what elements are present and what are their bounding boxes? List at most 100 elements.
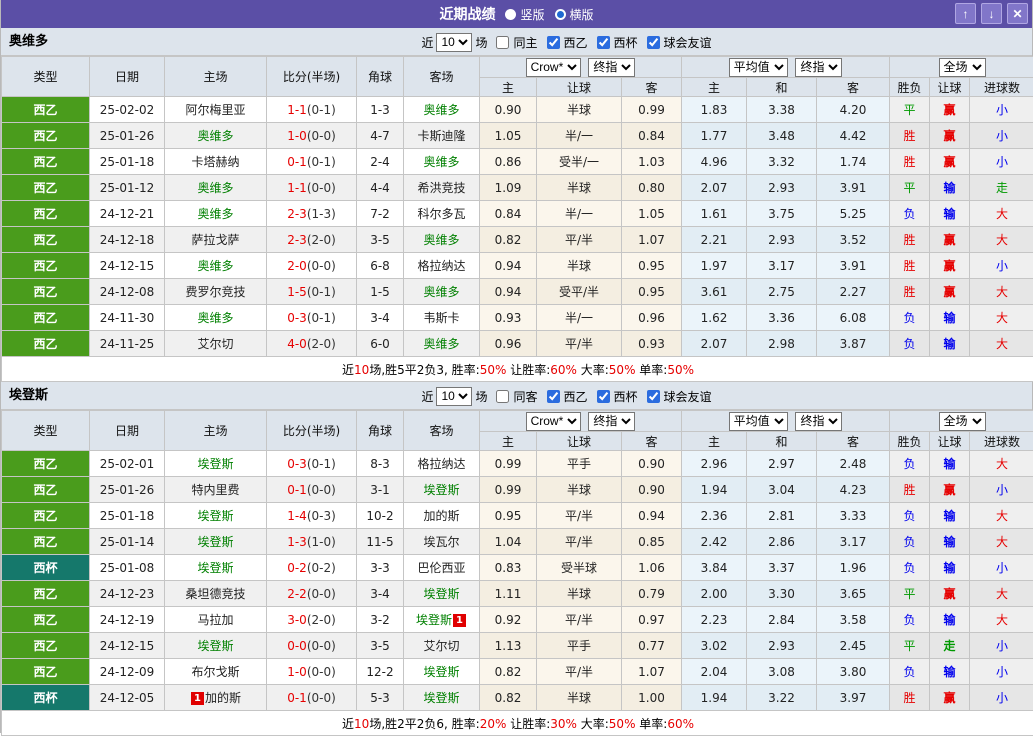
sub-header-euro-draw: 和	[747, 432, 817, 451]
asian-final-select[interactable]: 终指	[588, 412, 635, 431]
sub-header-goals: 进球数	[970, 432, 1033, 451]
result-handicap-cell: 输	[930, 175, 970, 201]
match-date-cell: 24-12-18	[90, 227, 165, 253]
asian-odds-group-header: Crow* 终指	[480, 57, 682, 78]
layout-option-vertical[interactable]: 竖版	[505, 6, 544, 23]
euro-away-odds-cell: 3.87	[817, 331, 890, 357]
corner-cell: 2-4	[357, 149, 404, 175]
asian-away-odds-cell: 0.77	[622, 633, 682, 659]
league-type-cell: 西乙	[2, 451, 90, 477]
layout-option-horizontal[interactable]: 横版	[555, 6, 594, 23]
euro-draw-odds-cell: 2.84	[747, 607, 817, 633]
league-type-cell: 西乙	[2, 503, 90, 529]
red-card-badge: 1	[453, 614, 466, 627]
match-row: 西乙24-11-25艾尔切4-0(2-0)6-0奥维多0.96平/半0.932.…	[2, 331, 1033, 357]
euro-draw-odds-cell: 3.08	[747, 659, 817, 685]
asian-bookmaker-select[interactable]: Crow*	[526, 412, 581, 431]
match-date-cell: 24-12-19	[90, 607, 165, 633]
match-date-cell: 25-01-18	[90, 149, 165, 175]
same-home-checkbox[interactable]	[496, 36, 509, 49]
same-away-checkbox[interactable]	[496, 390, 509, 403]
euro-final-select[interactable]: 终指	[795, 58, 842, 77]
result-handicap-cell: 输	[930, 451, 970, 477]
euro-source-select[interactable]: 平均值	[729, 58, 788, 77]
result-goals-cell: 小	[970, 97, 1033, 123]
match-date-cell: 24-12-09	[90, 659, 165, 685]
asian-handicap-cell: 半/一	[537, 305, 622, 331]
fulltime-scope-select[interactable]: 全场	[939, 58, 986, 77]
asian-away-odds-cell: 0.97	[622, 607, 682, 633]
games-label: 场	[475, 388, 487, 405]
corner-cell: 3-1	[357, 477, 404, 503]
result-goals-cell: 大	[970, 451, 1033, 477]
euro-source-select[interactable]: 平均值	[729, 412, 788, 431]
away-team-cell: 加的斯	[404, 503, 480, 529]
asian-handicap-cell: 半球	[537, 97, 622, 123]
fulltime-scope-select[interactable]: 全场	[939, 412, 986, 431]
asian-home-odds-cell: 0.99	[480, 477, 537, 503]
home-team-cell: 桑坦德竞技	[165, 581, 267, 607]
move-down-button[interactable]: ↓	[981, 3, 1002, 24]
euro-final-select[interactable]: 终指	[795, 412, 842, 431]
euro-draw-odds-cell: 2.93	[747, 175, 817, 201]
match-row: 西乙25-01-18埃登斯1-4(0-3)10-2加的斯0.95平/半0.942…	[2, 503, 1033, 529]
league-type-cell: 西乙	[2, 581, 90, 607]
score-cell: 1-4(0-3)	[267, 503, 357, 529]
corner-cell: 6-0	[357, 331, 404, 357]
summary-row: 近10场,胜2平2负6, 胜率:20% 让胜率:30% 大率:50% 单率:60…	[2, 711, 1033, 736]
euro-home-odds-cell: 1.97	[682, 253, 747, 279]
corner-cell: 3-4	[357, 305, 404, 331]
asian-home-odds-cell: 0.84	[480, 201, 537, 227]
league-checkbox-cup[interactable]	[597, 390, 610, 403]
euro-home-odds-cell: 2.23	[682, 607, 747, 633]
match-count-select[interactable]: 10	[436, 33, 472, 52]
euro-away-odds-cell: 3.91	[817, 175, 890, 201]
corner-cell: 4-4	[357, 175, 404, 201]
result-handicap-cell: 赢	[930, 123, 970, 149]
match-date-cell: 24-12-08	[90, 279, 165, 305]
league-checkbox-friendly[interactable]	[647, 390, 660, 403]
summary-text: 近10场,胜5平2负3, 胜率:50% 让胜率:60% 大率:50% 单率:50…	[342, 363, 694, 377]
result-wdl-cell: 平	[890, 97, 930, 123]
result-goals-cell: 小	[970, 685, 1033, 711]
result-wdl-cell: 负	[890, 607, 930, 633]
euro-home-odds-cell: 3.02	[682, 633, 747, 659]
asian-handicap-cell: 平/半	[537, 529, 622, 555]
asian-handicap-cell: 半球	[537, 253, 622, 279]
result-handicap-cell: 赢	[930, 149, 970, 175]
move-up-button[interactable]: ↑	[955, 3, 976, 24]
match-row: 西杯24-12-051加的斯0-1(0-0)5-3埃登斯0.82半球1.001.…	[2, 685, 1033, 711]
match-count-select[interactable]: 10	[436, 387, 472, 406]
sub-header-asian-away: 客	[622, 78, 682, 97]
asian-away-odds-cell: 1.03	[622, 149, 682, 175]
match-row: 西杯25-01-08埃登斯0-2(0-2)3-3巴伦西亚0.83受半球1.063…	[2, 555, 1033, 581]
asian-bookmaker-select[interactable]: Crow*	[526, 58, 581, 77]
corner-cell: 10-2	[357, 503, 404, 529]
score-cell: 2-0(0-0)	[267, 253, 357, 279]
close-button[interactable]: ✕	[1007, 3, 1028, 24]
home-team-cell: 马拉加	[165, 607, 267, 633]
league-checkbox-cup[interactable]	[597, 36, 610, 49]
asian-handicap-cell: 半球	[537, 175, 622, 201]
corner-cell: 7-2	[357, 201, 404, 227]
euro-draw-odds-cell: 3.22	[747, 685, 817, 711]
match-row: 西乙25-01-18卡塔赫纳0-1(0-1)2-4奥维多0.86受半/一1.03…	[2, 149, 1033, 175]
asian-home-odds-cell: 0.86	[480, 149, 537, 175]
asian-handicap-cell: 平/半	[537, 659, 622, 685]
score-cell: 1-0(0-0)	[267, 659, 357, 685]
sub-header-euro-away: 客	[817, 432, 890, 451]
near-label: 近	[421, 388, 433, 405]
league-checkbox-friendly[interactable]	[647, 36, 660, 49]
asian-final-select[interactable]: 终指	[588, 58, 635, 77]
asian-home-odds-cell: 0.90	[480, 97, 537, 123]
euro-home-odds-cell: 2.07	[682, 175, 747, 201]
league-label-friendly: 球会友谊	[664, 388, 712, 405]
title-area: 近期战绩 竖版 横版	[1, 0, 1032, 28]
result-handicap-cell: 赢	[930, 581, 970, 607]
league-checkbox-liga2[interactable]	[547, 36, 560, 49]
match-row: 西乙25-01-12奥维多1-1(0-0)4-4希洪竞技1.09半球0.802.…	[2, 175, 1033, 201]
asian-away-odds-cell: 1.00	[622, 685, 682, 711]
league-checkbox-liga2[interactable]	[547, 390, 560, 403]
asian-handicap-cell: 受半球	[537, 555, 622, 581]
fulltime-group-header: 全场	[890, 411, 1033, 432]
